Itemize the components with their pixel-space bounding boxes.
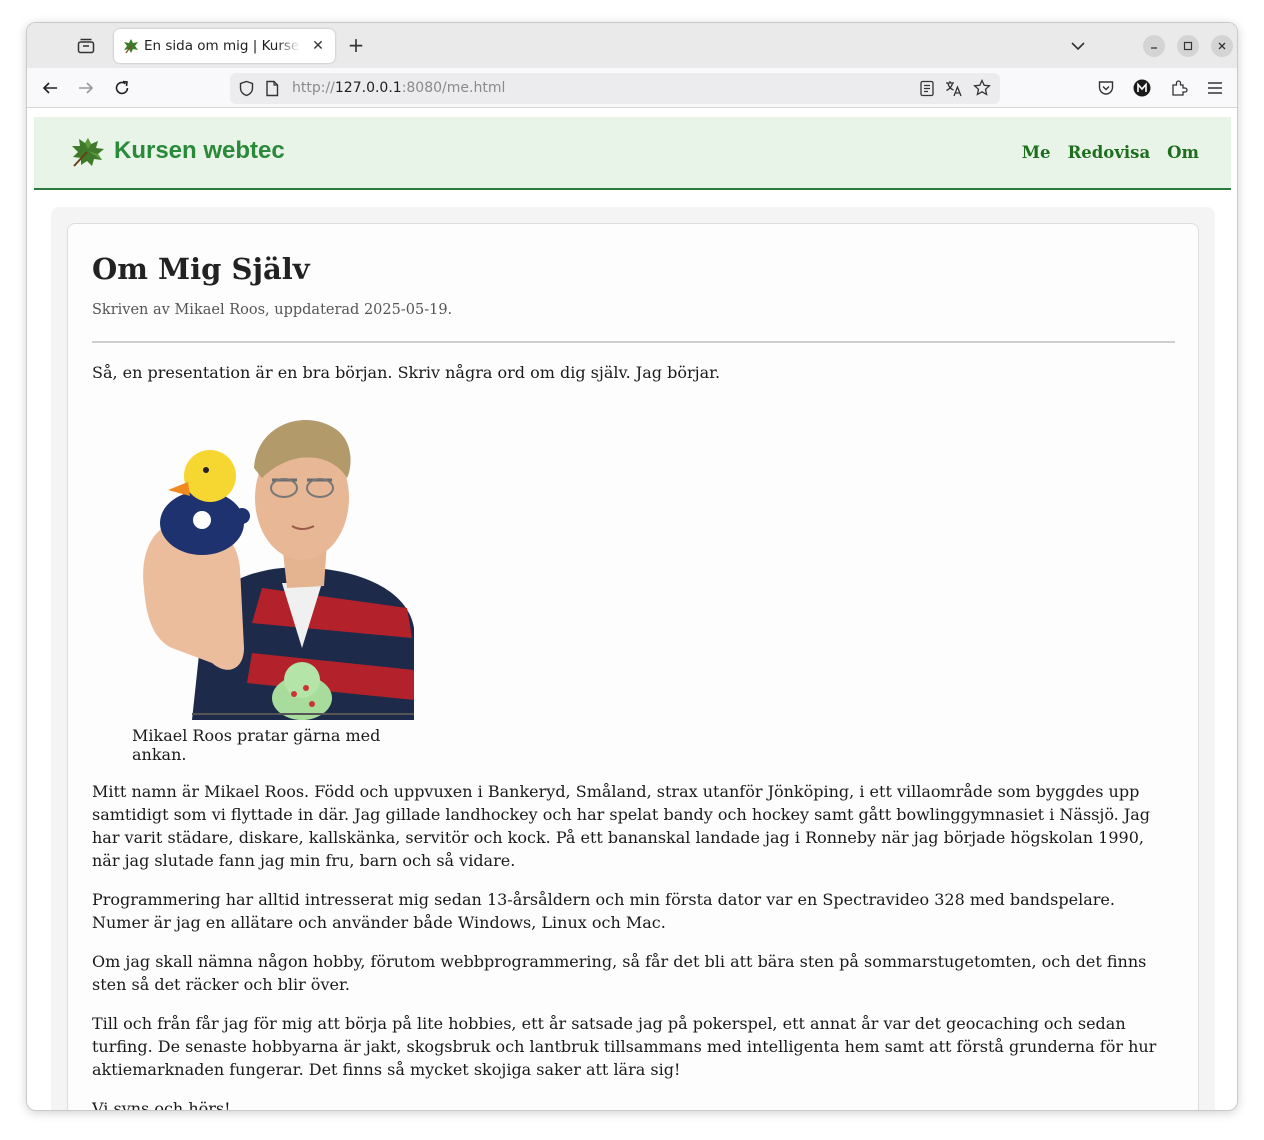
reader-view-icon[interactable] bbox=[919, 80, 935, 101]
back-arrow-icon[interactable] bbox=[38, 76, 62, 100]
bookmark-star-icon[interactable] bbox=[973, 78, 991, 101]
url-scheme: http:// bbox=[292, 80, 335, 96]
article-byline: Skriven av Mikael Roos, uppdaterad 2025-… bbox=[92, 302, 453, 318]
page-title: Om Mig Själv bbox=[92, 252, 310, 286]
site-header: Kursen webtec Me Redovisa Om bbox=[34, 117, 1231, 190]
intro-paragraph: Så, en presentation är en bra början. Sk… bbox=[92, 363, 721, 382]
site-nav: Me Redovisa Om bbox=[1022, 143, 1199, 162]
tab-title: En sida om mig | Kursen webtec bbox=[144, 38, 300, 54]
nav-link-me[interactable]: Me bbox=[1022, 143, 1051, 162]
figure-caption: Mikael Roos pratar gärna med ankan. bbox=[132, 726, 381, 764]
leaf-favicon-icon bbox=[123, 38, 139, 54]
browser-window: En sida om mig | Kursen webtec ✕ + bbox=[26, 22, 1238, 1111]
url-text[interactable]: http://127.0.0.1:8080/me.html bbox=[292, 80, 505, 96]
profile-figure: Mikael Roos pratar gärna med ankan. bbox=[132, 408, 432, 764]
nav-link-om[interactable]: Om bbox=[1167, 143, 1199, 162]
profile-photo bbox=[132, 408, 432, 720]
navigation-toolbar: http://127.0.0.1:8080/me.html bbox=[27, 68, 1237, 108]
hamburger-menu-icon[interactable] bbox=[1203, 76, 1227, 100]
url-host: 127.0.0.1 bbox=[334, 80, 402, 96]
maximize-icon[interactable] bbox=[1177, 35, 1199, 57]
nav-link-redovisa[interactable]: Redovisa bbox=[1068, 143, 1151, 162]
tab-strip: En sida om mig | Kursen webtec ✕ + bbox=[27, 23, 1237, 68]
article-card: Om Mig Själv Skriven av Mikael Roos, upp… bbox=[67, 223, 1199, 1111]
shield-icon[interactable] bbox=[238, 80, 255, 101]
close-window-icon[interactable] bbox=[1211, 35, 1233, 57]
new-tab-button[interactable]: + bbox=[345, 35, 367, 57]
active-tab[interactable]: En sida om mig | Kursen webtec ✕ bbox=[114, 29, 335, 63]
address-bar[interactable]: http://127.0.0.1:8080/me.html bbox=[230, 73, 1000, 104]
forward-arrow-icon[interactable] bbox=[74, 76, 98, 100]
page-viewport: Kursen webtec Me Redovisa Om Om Mig Själ… bbox=[27, 109, 1237, 1111]
paragraph-programming: Programmering har alltid intresserat mig… bbox=[92, 890, 1115, 932]
divider bbox=[92, 341, 1175, 343]
page-info-icon[interactable] bbox=[264, 80, 280, 101]
reload-icon[interactable] bbox=[110, 76, 134, 100]
paragraph-hobby: Om jag skall nämna någon hobby, förutom … bbox=[92, 952, 1147, 994]
leaf-logo-icon[interactable] bbox=[68, 135, 106, 169]
close-tab-icon[interactable]: ✕ bbox=[309, 37, 327, 55]
tab-list-icon[interactable] bbox=[74, 35, 98, 57]
paragraph-hobbies: Till och från får jag för mig att börja … bbox=[92, 1014, 1157, 1079]
minimize-icon[interactable] bbox=[1143, 35, 1165, 57]
site-title[interactable]: Kursen webtec bbox=[114, 137, 285, 165]
extensions-puzzle-icon[interactable] bbox=[1167, 76, 1191, 100]
url-path: :8080/me.html bbox=[401, 80, 506, 96]
translate-icon[interactable] bbox=[944, 79, 963, 102]
chevron-down-icon[interactable] bbox=[1067, 35, 1089, 57]
paragraph-closing: Vi syns och hörs! bbox=[92, 1099, 231, 1111]
pocket-icon[interactable] bbox=[1094, 76, 1118, 100]
paragraph-background: Mitt namn är Mikael Roos. Född och uppvu… bbox=[92, 782, 1151, 870]
account-avatar-icon[interactable] bbox=[1130, 76, 1154, 100]
